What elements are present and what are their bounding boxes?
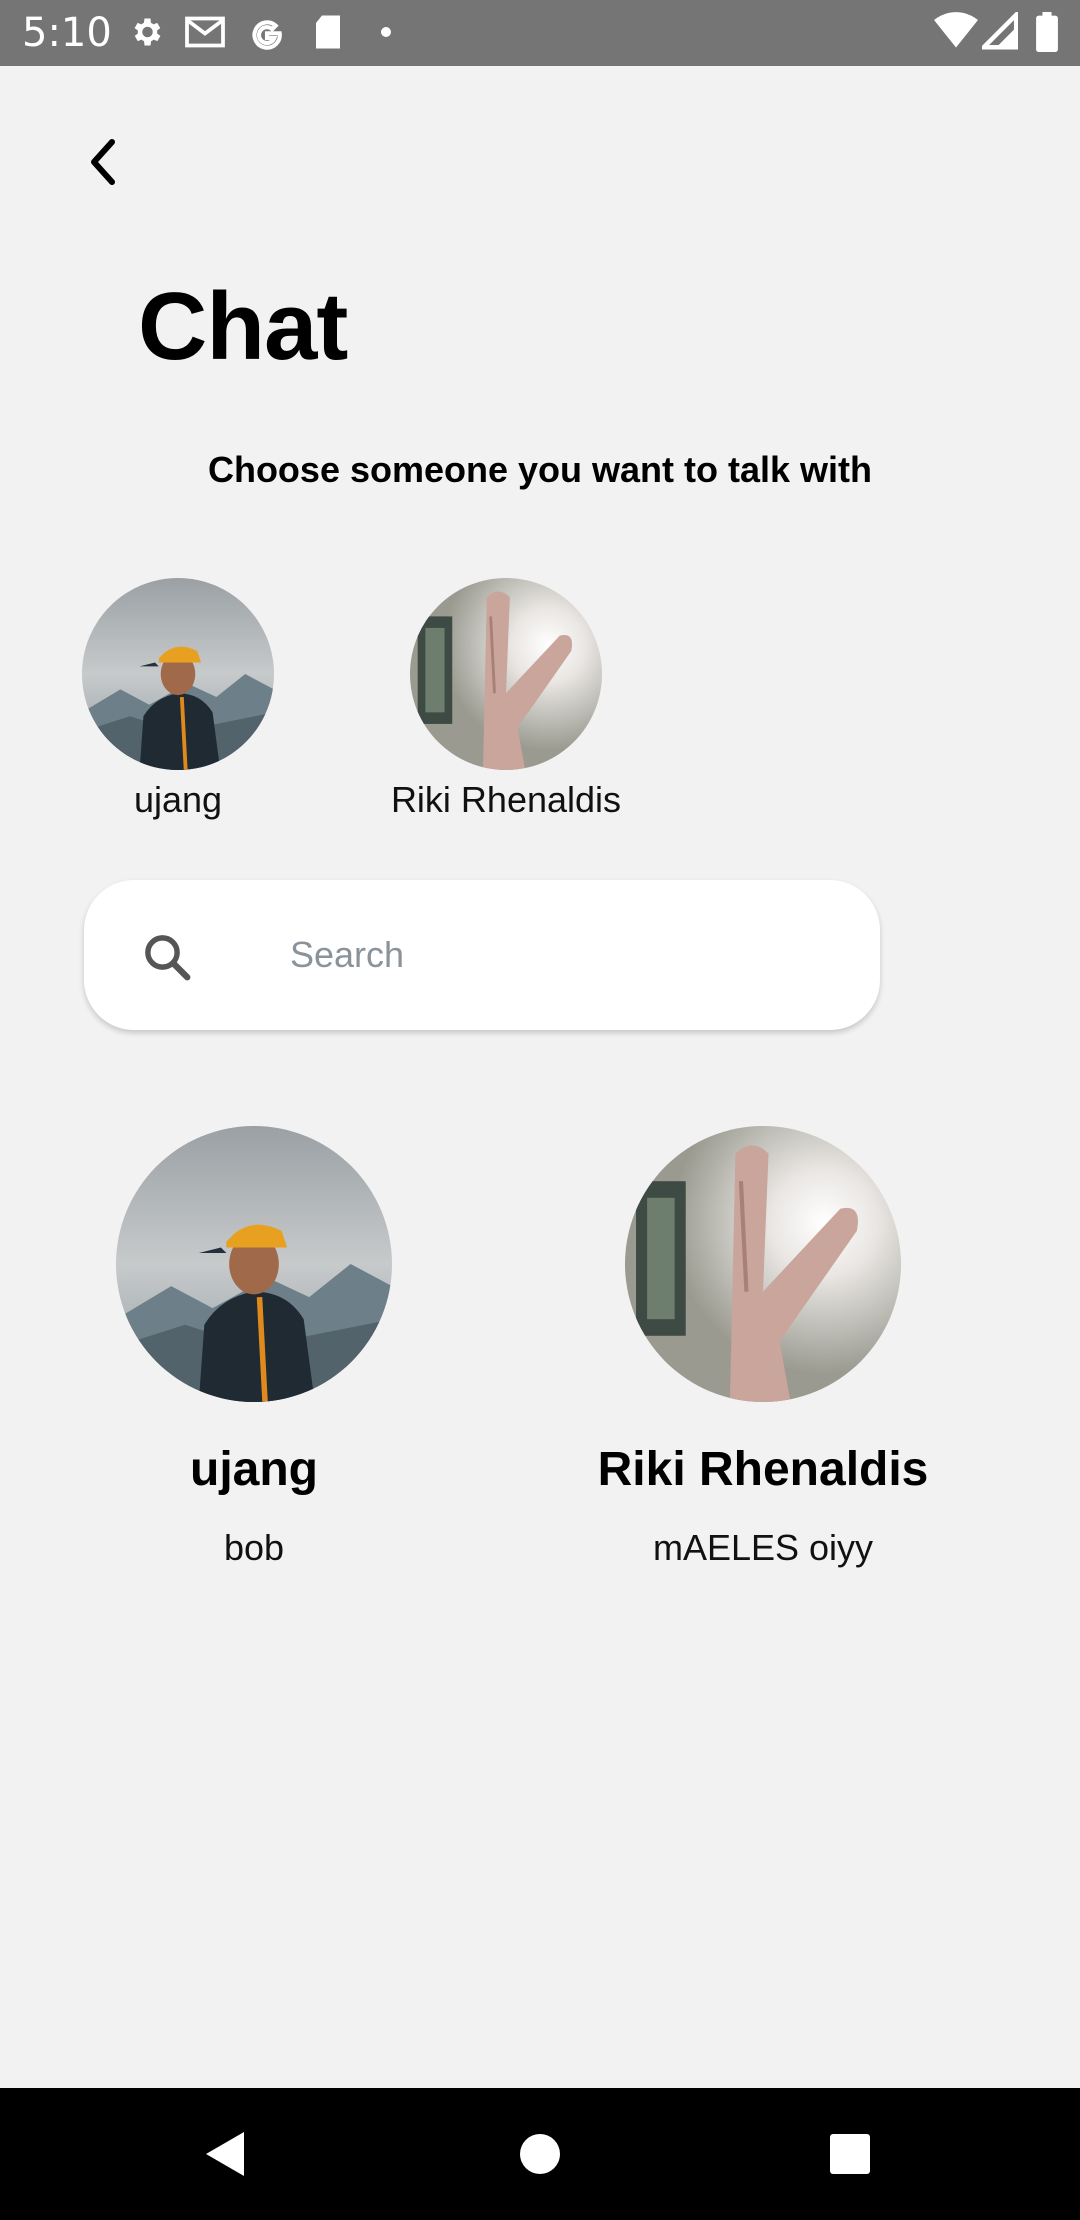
gear-icon — [128, 14, 164, 50]
recent-contact-ujang[interactable]: ujang — [28, 578, 328, 822]
avatar — [116, 1126, 392, 1402]
status-time: 5:10 — [22, 10, 112, 56]
nav-recents-button[interactable] — [790, 2088, 910, 2220]
wifi-icon — [934, 12, 978, 50]
nav-home-button[interactable] — [480, 2088, 600, 2220]
contact-name: Riki Rhenaldis — [597, 1443, 929, 1496]
home-circle-icon — [520, 2134, 560, 2174]
battery-icon — [1036, 12, 1058, 52]
back-button[interactable] — [78, 132, 128, 192]
nav-back-button[interactable] — [166, 2088, 286, 2220]
recent-contact-name: ujang — [133, 779, 223, 820]
page-title: Chat — [138, 273, 348, 380]
google-icon — [248, 14, 286, 52]
avatar — [82, 578, 274, 770]
person-photo — [116, 1126, 392, 1402]
contact-name: ujang — [190, 1443, 318, 1496]
contact-card-ujang[interactable]: ujang bob — [14, 1126, 494, 1570]
contact-last-message: mAELES oiyy — [652, 1527, 874, 1568]
system-nav-bar — [0, 2088, 1080, 2220]
chevron-left-icon — [91, 139, 115, 185]
gmail-icon — [184, 14, 226, 50]
recent-contact-riki[interactable]: Riki Rhenaldis — [356, 578, 656, 822]
person-photo — [82, 578, 274, 770]
back-triangle-icon — [206, 2132, 244, 2176]
dot-icon — [380, 26, 392, 38]
status-bar: 5:10 — [0, 0, 1080, 66]
contact-card-riki[interactable]: Riki Rhenaldis mAELES oiyy — [523, 1126, 1003, 1570]
hand-photo — [410, 578, 602, 770]
signal-icon — [982, 12, 1018, 50]
recent-contact-name: Riki Rhenaldis — [390, 779, 622, 820]
hand-photo — [625, 1126, 901, 1402]
contact-last-message: bob — [223, 1527, 285, 1568]
avatar — [410, 578, 602, 770]
sd-card-icon — [312, 14, 344, 50]
avatar — [625, 1126, 901, 1402]
search-icon — [140, 930, 194, 989]
recents-square-icon — [830, 2134, 870, 2174]
search-input[interactable] — [290, 924, 830, 986]
page-subtitle: Choose someone you want to talk with — [207, 449, 873, 490]
search-bar[interactable] — [84, 880, 880, 1030]
